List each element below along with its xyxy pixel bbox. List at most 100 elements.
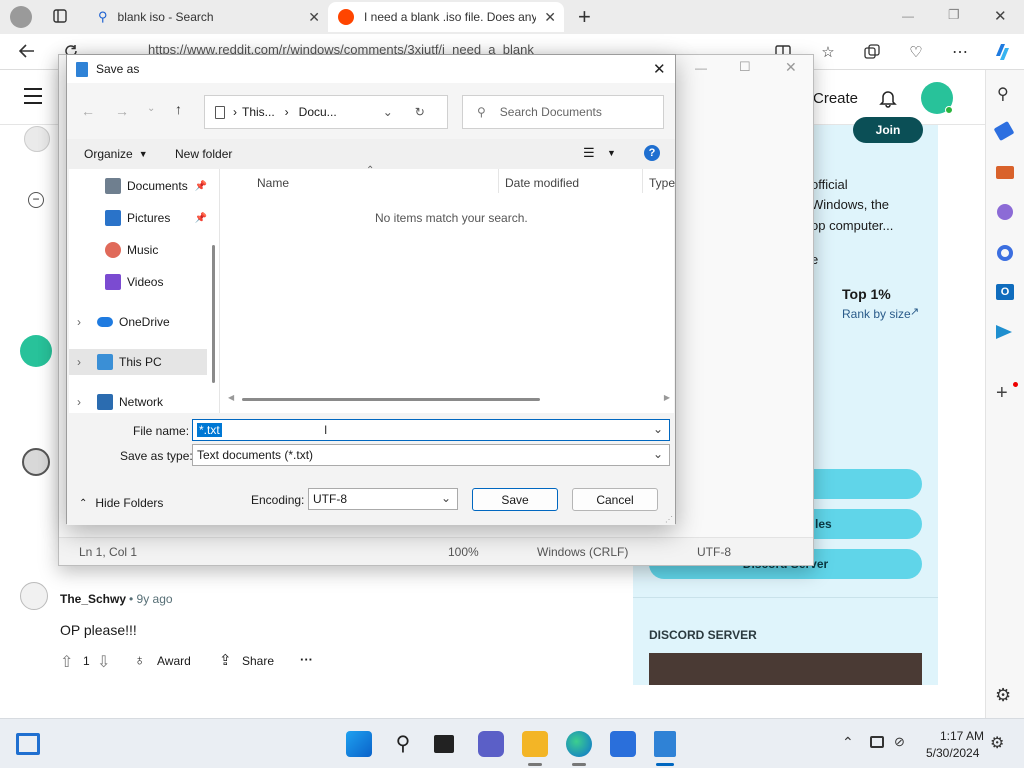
organize-button[interactable]: Organize ▼ [84, 147, 148, 161]
nav-item-network[interactable]: › Network [69, 389, 207, 415]
recent-chevron-icon[interactable]: ⌄ [147, 103, 155, 114]
hamburger-menu-icon[interactable] [24, 88, 42, 104]
downvote-icon[interactable]: ⇩ [97, 652, 110, 672]
copilot-icon[interactable] [991, 41, 1013, 63]
tab-actions-icon[interactable] [49, 5, 71, 27]
store-icon[interactable] [610, 731, 636, 757]
file-explorer-icon[interactable] [522, 731, 548, 757]
refresh-icon[interactable]: ↻ [415, 105, 425, 119]
notification-center-icon[interactable]: ⚙ [990, 733, 1004, 753]
new-folder-button[interactable]: New folder [175, 147, 232, 161]
resize-grip-icon[interactable]: ⋰ [665, 515, 673, 524]
comment-author[interactable]: The_Schwy [60, 592, 126, 606]
encoding-select[interactable]: UTF-8 ⌄ [308, 488, 458, 510]
scroll-left-icon[interactable]: ◀ [228, 393, 234, 402]
column-header-date-modified[interactable]: Date modified [505, 176, 579, 190]
dialog-close-button[interactable]: ✕ [653, 60, 666, 78]
scroll-right-icon[interactable]: ▶ [664, 393, 670, 402]
view-chevron-icon[interactable]: ▼ [607, 148, 616, 158]
tab-reddit-thread[interactable]: I need a blank .iso file. Does anyo ✕ [328, 2, 564, 32]
edge-browser-icon[interactable] [566, 731, 592, 757]
heart-pulse-icon[interactable]: ♡ [905, 41, 927, 63]
taskbar-search-icon[interactable]: ⚲ [390, 731, 416, 757]
notepad-maximize-button[interactable]: ☐ [739, 59, 751, 75]
back-arrow-icon[interactable]: ← [81, 103, 95, 119]
nav-pane-scrollbar[interactable] [212, 245, 215, 383]
notepad-app-icon[interactable] [654, 731, 676, 757]
breadcrumb-this-pc[interactable]: This... [242, 105, 275, 119]
favorites-icon[interactable]: ☆ [817, 41, 839, 63]
tab-blank-iso-search[interactable]: ⚲ blank iso - Search ✕ [88, 2, 328, 32]
breadcrumb-dropdown-icon[interactable]: ⌄ [383, 105, 393, 119]
expand-chevron-icon[interactable]: › [77, 355, 97, 369]
add-sidebar-app-icon[interactable]: + [996, 382, 1008, 405]
save-button[interactable]: Save [472, 488, 558, 511]
collections-icon[interactable] [861, 41, 883, 63]
file-name-input[interactable]: *.txt I ⌄ [192, 419, 670, 441]
outlook-icon[interactable]: O [996, 284, 1014, 300]
active-app-indicator [656, 763, 674, 766]
expand-chevron-icon[interactable]: › [77, 395, 97, 409]
chevron-down-icon[interactable]: ⌄ [653, 422, 663, 436]
network-status-icon[interactable] [870, 736, 884, 748]
share-button[interactable]: Share [242, 654, 274, 668]
cancel-button[interactable]: Cancel [572, 488, 658, 511]
nav-item-pictures[interactable]: Pictures 📌 [69, 205, 207, 231]
discord-banner-image[interactable] [649, 653, 922, 685]
minimize-button[interactable]: — [902, 9, 914, 23]
restore-button[interactable]: ❐ [948, 7, 960, 23]
clock-time[interactable]: 1:17 AM [940, 729, 984, 743]
tools-briefcase-icon[interactable] [996, 166, 1014, 179]
notepad-close-button[interactable]: ✕ [785, 59, 797, 76]
award-button[interactable]: Award [157, 654, 191, 668]
office-icon[interactable] [997, 245, 1013, 261]
column-header-type[interactable]: Type [649, 176, 675, 190]
sidebar-settings-icon[interactable]: ⚙ [995, 685, 1011, 706]
tray-chevron-icon[interactable]: ⌃ [842, 734, 854, 751]
notifications-bell-icon[interactable] [878, 88, 898, 108]
column-header-name[interactable]: Name [257, 176, 289, 190]
search-icon[interactable]: ⚲ [997, 84, 1009, 104]
view-options-icon[interactable]: ☰ [583, 145, 595, 161]
clock-date[interactable]: 5/30/2024 [926, 746, 979, 760]
close-window-button[interactable]: ✕ [994, 7, 1007, 25]
nav-item-music[interactable]: Music [69, 237, 207, 263]
telegram-icon[interactable] [996, 325, 1012, 339]
start-windows-icon[interactable] [346, 731, 372, 757]
horizontal-scrollbar[interactable]: ◀ ▶ [226, 393, 672, 405]
more-options-button[interactable]: ··· [300, 652, 313, 667]
back-arrow-icon[interactable] [16, 40, 38, 62]
breadcrumb-documents[interactable]: Docu... [299, 105, 337, 119]
notepad-minimize-button[interactable]: — [695, 61, 707, 75]
new-tab-button[interactable]: + [578, 4, 591, 30]
forward-arrow-icon[interactable]: → [115, 103, 129, 119]
close-tab-button[interactable]: ✕ [308, 9, 320, 26]
nav-item-videos[interactable]: Videos [69, 269, 207, 295]
collapse-thread-icon[interactable]: − [28, 192, 44, 208]
up-arrow-icon[interactable]: ↑ [175, 101, 182, 117]
shopping-tag-icon[interactable] [993, 120, 1015, 142]
close-tab-button[interactable]: ✕ [544, 9, 556, 26]
save-type-select[interactable]: Text documents (*.txt) ⌄ [192, 444, 670, 466]
scrollbar-thumb[interactable] [242, 398, 540, 401]
help-icon[interactable]: ? [644, 145, 660, 161]
nav-item-this-pc[interactable]: › This PC [69, 349, 207, 375]
more-menu-icon[interactable]: ⋯ [949, 41, 971, 63]
games-person-icon[interactable] [997, 204, 1013, 220]
breadcrumb[interactable]: › This... › Docu... ⌄ ↻ [204, 95, 448, 129]
join-button[interactable]: Join [853, 117, 923, 143]
search-documents-input[interactable]: ⚲ Search Documents [462, 95, 664, 129]
create-button[interactable]: Create [813, 90, 858, 107]
profile-avatar[interactable] [10, 6, 32, 28]
rank-link[interactable]: Rank by size [842, 307, 911, 321]
nav-item-documents[interactable]: Documents 📌 [69, 173, 207, 199]
widgets-icon[interactable] [16, 733, 40, 755]
expand-chevron-icon[interactable]: › [77, 315, 97, 329]
nav-item-onedrive[interactable]: › OneDrive [69, 309, 207, 335]
hide-folders-toggle[interactable]: ⌃ Hide Folders [79, 496, 163, 510]
breadcrumb-separator: › [284, 105, 289, 119]
task-view-icon[interactable] [434, 735, 454, 753]
chat-icon[interactable] [478, 731, 504, 757]
upvote-icon[interactable]: ⇧ [60, 652, 73, 672]
volume-muted-icon[interactable]: ⊘ [894, 734, 905, 750]
